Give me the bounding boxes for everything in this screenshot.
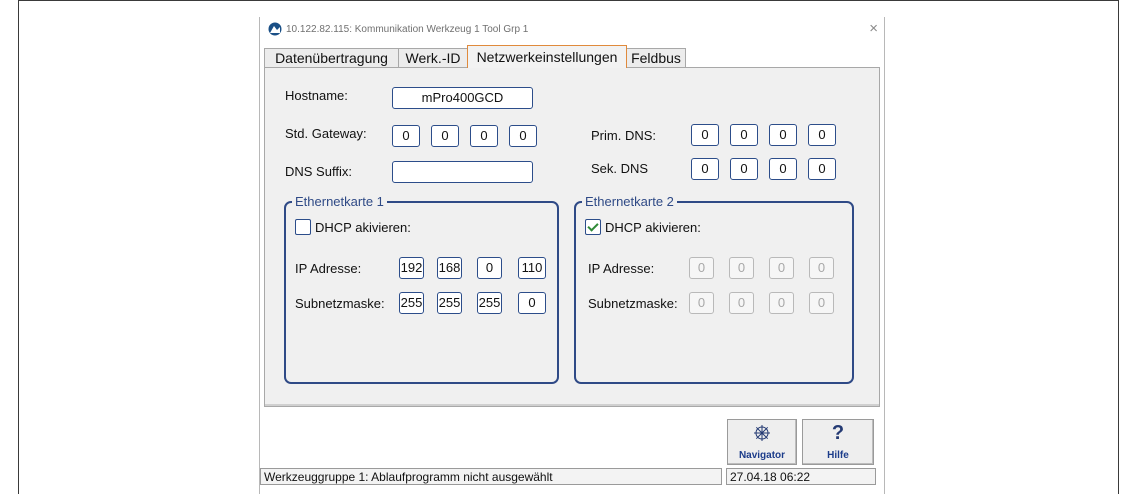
gateway-octet-3[interactable]: 0 — [470, 125, 498, 147]
eth1-ip-octet-4[interactable]: 110 — [518, 257, 546, 279]
gateway-octet-4[interactable]: 0 — [509, 125, 537, 147]
eth2-dhcp-checkbox[interactable] — [585, 219, 601, 235]
prim-dns-octet-2[interactable]: 0 — [730, 124, 758, 146]
navigator-label: Navigator — [738, 450, 786, 461]
window-title: 10.122.82.115: Kommunikation Werkzeug 1 … — [286, 24, 529, 35]
title-bar: 10.122.82.115: Kommunikation Werkzeug 1 … — [260, 17, 884, 43]
hostname-field[interactable]: mPro400GCD — [392, 87, 533, 109]
close-icon[interactable]: × — [869, 20, 878, 37]
help-label: Hilfe — [827, 450, 849, 461]
eth2-dhcp-label: DHCP akivieren: — [605, 220, 701, 235]
status-message: Werkzeuggruppe 1: Ablaufprogramm nicht a… — [260, 468, 722, 485]
eth1-mask-octet-4[interactable]: 0 — [518, 292, 546, 314]
eth2-ip-octet-1: 0 — [689, 257, 714, 279]
eth1-ip-label: IP Adresse: — [295, 261, 362, 276]
eth2-mask-octet-1: 0 — [689, 292, 714, 314]
prim-dns-octet-3[interactable]: 0 — [769, 124, 797, 146]
tab-datenuebertragung[interactable]: Datenübertragung — [264, 48, 399, 67]
eth1-mask-octet-2[interactable]: 255 — [437, 292, 462, 314]
eth2-ip-octet-3: 0 — [769, 257, 794, 279]
eth2-mask-octet-3: 0 — [769, 292, 794, 314]
prim-dns-octet-1[interactable]: 0 — [691, 124, 719, 146]
eth2-mask-label: Subnetzmaske: — [588, 296, 678, 311]
hostname-label: Hostname: — [285, 88, 348, 103]
tab-netzwerkeinstellungen[interactable]: Netzwerkeinstellungen — [467, 45, 627, 68]
gateway-octet-1[interactable]: 0 — [392, 125, 420, 147]
eth1-mask-octet-1[interactable]: 255 — [399, 292, 424, 314]
status-datetime: 27.04.18 06:22 — [726, 468, 876, 485]
network-settings-panel: Hostname: mPro400GCD Std. Gateway: 0 0 0… — [264, 67, 880, 407]
gateway-octet-2[interactable]: 0 — [431, 125, 459, 147]
gateway-label: Std. Gateway: — [285, 126, 367, 141]
ethernet-card-1-legend: Ethernetkarte 1 — [295, 194, 384, 209]
sek-dns-octet-4[interactable]: 0 — [808, 158, 836, 180]
outer-frame-right — [1118, 0, 1119, 494]
sek-dns-label: Sek. DNS — [591, 161, 649, 176]
app-logo-icon — [268, 22, 282, 36]
eth2-mask-octet-2: 0 — [729, 292, 754, 314]
eth2-mask-octet-4: 0 — [809, 292, 834, 314]
prim-dns-octet-4[interactable]: 0 — [808, 124, 836, 146]
dns-suffix-label: DNS Suffix: — [285, 164, 352, 179]
eth1-dhcp-label: DHCP akivieren: — [315, 220, 411, 235]
eth2-ip-octet-4: 0 — [809, 257, 834, 279]
eth1-ip-octet-3[interactable]: 0 — [477, 257, 502, 279]
eth1-dhcp-checkbox[interactable] — [295, 219, 311, 235]
help-button[interactable]: ? Hilfe — [802, 419, 874, 465]
ethernet-card-2-legend: Ethernetkarte 2 — [585, 194, 674, 209]
eth1-ip-octet-1[interactable]: 192 — [399, 257, 424, 279]
outer-frame-left — [18, 0, 19, 494]
compass-icon — [754, 425, 770, 441]
eth2-ip-label: IP Adresse: — [588, 261, 655, 276]
communication-dialog: 10.122.82.115: Kommunikation Werkzeug 1 … — [259, 17, 885, 494]
prim-dns-label: Prim. DNS: — [591, 128, 656, 143]
eth1-ip-octet-2[interactable]: 168 — [437, 257, 462, 279]
sek-dns-octet-1[interactable]: 0 — [691, 158, 719, 180]
eth1-mask-label: Subnetzmaske: — [295, 296, 385, 311]
sek-dns-octet-3[interactable]: 0 — [769, 158, 797, 180]
dns-suffix-field[interactable] — [392, 161, 533, 183]
eth1-mask-octet-3[interactable]: 255 — [477, 292, 502, 314]
outer-frame-top — [18, 0, 1119, 1]
tab-feldbus[interactable]: Feldbus — [626, 48, 686, 67]
question-icon: ? — [831, 422, 845, 444]
sek-dns-octet-2[interactable]: 0 — [730, 158, 758, 180]
tab-werk-id[interactable]: Werk.-ID — [398, 48, 468, 67]
navigator-button[interactable]: Navigator — [727, 419, 797, 465]
eth2-ip-octet-2: 0 — [729, 257, 754, 279]
